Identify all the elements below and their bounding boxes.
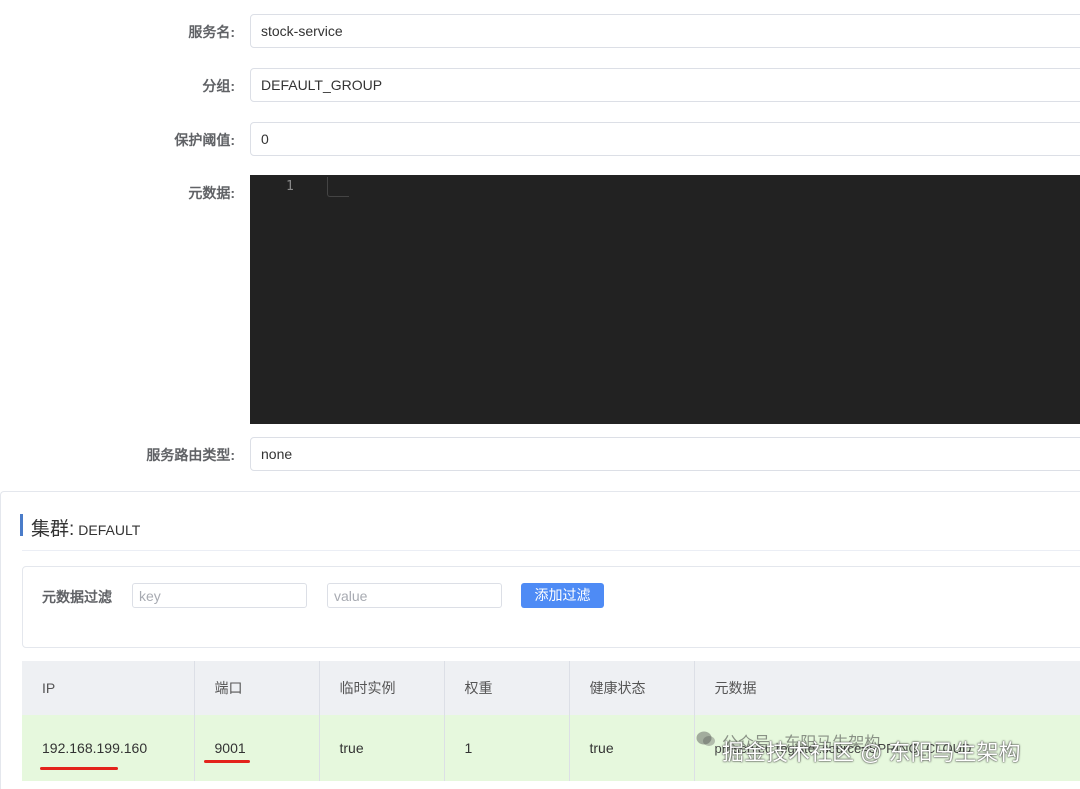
cell-health: true (569, 715, 695, 781)
editor-cursor (327, 177, 349, 197)
cell-ephemeral: true (319, 715, 445, 781)
protect-threshold-label: 保护阈值: (174, 132, 235, 148)
metadata-editor[interactable]: 1 (250, 175, 1080, 424)
editor-line-number: 1 (286, 179, 294, 194)
protect-threshold-field[interactable]: 0 (250, 122, 1080, 156)
table-header-row: IP 端口 临时实例 权重 健康状态 元数据 (22, 661, 1080, 715)
metadata-label: 元数据: (188, 185, 235, 201)
service-name-field[interactable]: stock-service (250, 14, 1080, 48)
column-header-port: 端口 (194, 661, 320, 715)
watermark-main-text: 掘金技术社区 @ 东阳马生架构 (722, 740, 1021, 765)
cell-ip: 192.168.199.160 (22, 715, 195, 781)
column-header-health: 健康状态 (569, 661, 695, 715)
cluster-label: 集群: (31, 519, 75, 540)
group-label: 分组: (202, 78, 235, 94)
ip-highlight-underline (40, 767, 118, 770)
column-header-ephemeral: 临时实例 (319, 661, 445, 715)
port-highlight-underline (204, 760, 250, 763)
wechat-icon (696, 731, 715, 746)
group-field[interactable]: DEFAULT_GROUP (250, 68, 1080, 102)
cluster-name: DEFAULT (78, 522, 141, 538)
route-type-field[interactable]: none (250, 437, 1080, 471)
cluster-title: 集群: DEFAULT (20, 514, 141, 540)
column-header-ip: IP (22, 661, 195, 715)
filter-value-input[interactable] (327, 583, 502, 608)
cell-weight: 1 (444, 715, 570, 781)
cell-port: 9001 (194, 715, 320, 781)
add-filter-button[interactable]: 添加过滤 (521, 583, 604, 608)
service-name-label: 服务名: (188, 24, 235, 40)
column-header-metadata: 元数据 (694, 661, 1080, 715)
column-header-weight: 权重 (444, 661, 570, 715)
route-type-label: 服务路由类型: (146, 447, 235, 463)
filter-key-input[interactable] (132, 583, 307, 608)
metadata-filter-label: 元数据过滤 (42, 589, 112, 605)
cluster-divider (22, 550, 1080, 551)
